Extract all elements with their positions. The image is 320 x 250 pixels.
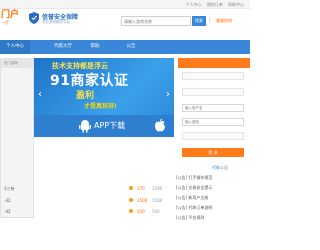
table-row[interactable]: -42 500 500 [0, 207, 174, 219]
order-name: 3三有 [4, 186, 15, 191]
nav-item-hall[interactable]: 代练大厅 [48, 40, 78, 54]
notice-title: 代练公告 [212, 165, 228, 170]
login-panel [176, 58, 250, 148]
login-button[interactable]: 登 录 [182, 148, 244, 157]
main-nav: 个人中心 代练大厅 帮助 公告 [0, 40, 250, 54]
login-tab-area [182, 72, 244, 80]
password-input[interactable] [182, 118, 244, 126]
notice-item[interactable]: [公告] 交易安全提示 [176, 185, 212, 191]
coin-icon [129, 198, 133, 202]
captcha-row [182, 132, 244, 140]
login-tab-area-2 [182, 88, 244, 96]
top-strip: 个人中心 我的订单 帮助中心 [0, 0, 250, 9]
nav-item-user-center[interactable]: 个人中心 [0, 40, 30, 54]
notice-item[interactable]: [公告] 代练订单说明 [176, 205, 212, 211]
coin-icon [129, 209, 133, 213]
account-input[interactable] [182, 104, 244, 112]
notice-item[interactable]: [公告] 平台规则 [176, 215, 204, 221]
site-logo[interactable]: 门户 一手 [1, 11, 23, 29]
header-divider: | [209, 18, 211, 24]
banner-line-4: 才是真扶持! [84, 103, 117, 110]
search-box[interactable] [121, 16, 191, 26]
notice-item[interactable]: [公告] 新用户注册 [176, 195, 208, 201]
order-price: 500 [137, 209, 145, 214]
app-download-label: APP下载 [94, 121, 126, 130]
apple-icon [155, 118, 165, 132]
order-original: 1500 [152, 198, 163, 203]
side-panel-title: 热门游戏 [1, 59, 35, 68]
top-link-user-center[interactable]: 个人中心 [185, 2, 201, 7]
notice-panel: 代练公告 [公告] 打手操作规范 [公告] 交易安全提示 [公告] 新用户注册 … [176, 160, 250, 250]
logo-sub: 一手 [1, 20, 9, 25]
hotline-text: 客服热线 [216, 18, 232, 23]
banner-line-3: 盈利 [76, 91, 95, 101]
order-price: 370 [137, 186, 145, 191]
order-original: 500 [152, 209, 160, 214]
app-download-bar[interactable]: APP下载 [34, 115, 174, 137]
login-title [178, 58, 250, 68]
order-name: -32 [4, 198, 11, 203]
search-input[interactable] [122, 17, 190, 25]
android-icon [79, 120, 91, 133]
coin-icon [129, 186, 133, 190]
top-link-orders[interactable]: 我的订单 [207, 2, 223, 7]
badge-subtitle: 专业游戏服务平台 [42, 20, 70, 24]
shield-icon [29, 12, 39, 24]
top-links: 个人中心 我的订单 帮助中心 [181, 2, 244, 8]
nav-item-help[interactable]: 帮助 [82, 40, 108, 54]
search-button[interactable]: 搜索 [192, 16, 206, 26]
logo-text: 门户 [1, 10, 20, 20]
trust-badge: 信誉安全保障 专业游戏服务平台 [29, 12, 89, 26]
banner-line-2: 91商家认证 [50, 73, 129, 89]
order-name: -42 [4, 209, 11, 214]
order-original: 1500 [152, 186, 163, 191]
order-price: 1500 [137, 198, 148, 203]
notice-item[interactable]: [公告] 打手操作规范 [176, 175, 212, 181]
banner-next-icon[interactable]: › [164, 88, 172, 102]
top-link-help[interactable]: 帮助中心 [228, 2, 244, 7]
banner-prev-icon[interactable]: ‹ [36, 88, 44, 102]
table-row[interactable]: 3三有 370 1500 [0, 184, 174, 196]
nav-item-notice[interactable]: 公告 [118, 40, 144, 54]
